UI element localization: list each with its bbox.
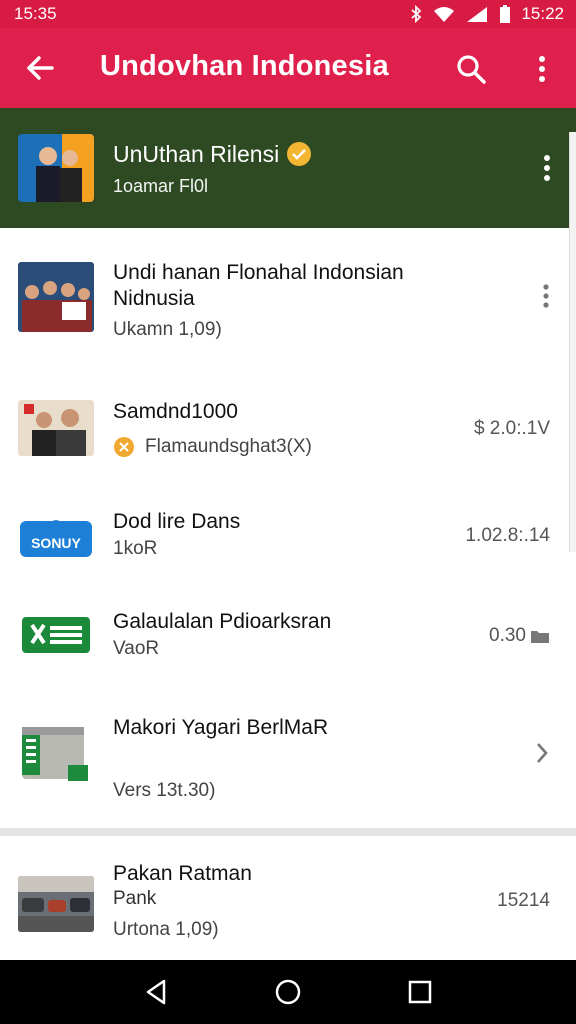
weather-logo-text: SONUY <box>31 535 81 551</box>
battery-icon <box>500 5 511 23</box>
back-nav-icon[interactable] <box>142 977 172 1007</box>
item-price: $ 2.0:.1V <box>473 418 550 439</box>
system-nav-bar <box>0 960 576 1024</box>
item-title: Samdnd1000 <box>113 400 238 423</box>
item-title: Makori Yagari BerlMaR <box>113 716 329 739</box>
chevron-right-icon[interactable] <box>534 741 550 765</box>
item-subtitle: Urtona 1,09) <box>113 919 219 940</box>
list-item[interactable]: Samdnd1000 Flamaundsghat3(X) $ 2.0:.1V <box>0 368 576 486</box>
item-value-line: 0.30 <box>489 625 550 647</box>
status-bar: 15:35 15:22 <box>0 0 576 28</box>
item-thumbnail <box>18 613 94 657</box>
verified-badge-icon <box>287 141 312 166</box>
more-vert-icon[interactable] <box>530 52 554 86</box>
home-nav-icon[interactable] <box>273 977 303 1007</box>
list-item[interactable]: Pakan Ratman Pank Urtona 1,09) 15214 <box>0 836 576 960</box>
folder-icon <box>531 631 549 643</box>
item-thumbnail <box>18 876 94 932</box>
featured-more-icon[interactable] <box>542 154 552 182</box>
item-subtitle: 1koR <box>113 538 158 559</box>
app-bar: Undovhan Indonesia <box>0 28 576 108</box>
item-thumbnail <box>18 721 94 783</box>
status-time-right: 15:22 <box>521 4 564 23</box>
section-divider <box>0 828 576 836</box>
back-arrow-icon[interactable] <box>22 50 58 86</box>
featured-channel[interactable]: UnUthan Rilensi 1oamar Fl0l <box>0 108 576 228</box>
scrollbar[interactable] <box>569 132 576 552</box>
item-value: 1.02.8:.14 <box>465 525 550 546</box>
item-thumbnail <box>18 400 94 456</box>
list-item[interactable]: Galaulalan Pdioarksran VaoR 0.30 <box>0 585 576 686</box>
kebab-icon[interactable] <box>542 284 550 308</box>
featured-thumbnail <box>18 134 94 202</box>
item-title: Undi hanan Flonahal Indonsian Nidnusia <box>113 261 404 310</box>
page-title: Undovhan Indonesia <box>100 50 389 82</box>
signal-icon <box>467 7 488 22</box>
featured-title: UnUthan Rilensi <box>113 141 280 167</box>
status-time-left: 15:35 <box>14 4 57 23</box>
item-title: Dod lire Dans <box>113 510 241 533</box>
item-subtitle: VaoR <box>113 638 160 659</box>
item-subtitle-line: Flamaundsghat3(X) <box>113 436 312 458</box>
status-circle-icon <box>114 437 134 457</box>
list-item[interactable]: SONUY Dod lire Dans 1koR 1.02.8:.14 <box>0 485 576 586</box>
item-thumbnail <box>18 262 94 332</box>
featured-subtitle: 1oamar Fl0l <box>113 176 209 196</box>
item-subtitle: Flamaundsghat3(X) <box>145 436 312 457</box>
wifi-icon <box>434 7 455 22</box>
item-subtitle-secondary: Pank <box>113 888 157 909</box>
featured-title-line: UnUthan Rilensi <box>113 141 312 168</box>
item-subtitle: Ukamn 1,09) <box>113 319 222 340</box>
item-value: 15214 <box>497 890 550 911</box>
item-subtitle: Vers 13t.30) <box>113 780 216 801</box>
item-title: Galaulalan Pdioarksran <box>113 610 332 633</box>
bluetooth-icon <box>411 5 422 23</box>
search-icon[interactable] <box>454 52 488 86</box>
item-title: Pakan Ratman <box>113 862 252 885</box>
list-item[interactable]: Undi hanan Flonahal Indonsian Nidnusia U… <box>0 228 576 369</box>
item-value: 0.30 <box>489 625 526 646</box>
list-item[interactable]: Makori Yagari BerlMaR Vers 13t.30) <box>0 685 576 828</box>
item-thumbnail: SONUY <box>18 513 94 557</box>
recents-nav-icon[interactable] <box>405 977 435 1007</box>
